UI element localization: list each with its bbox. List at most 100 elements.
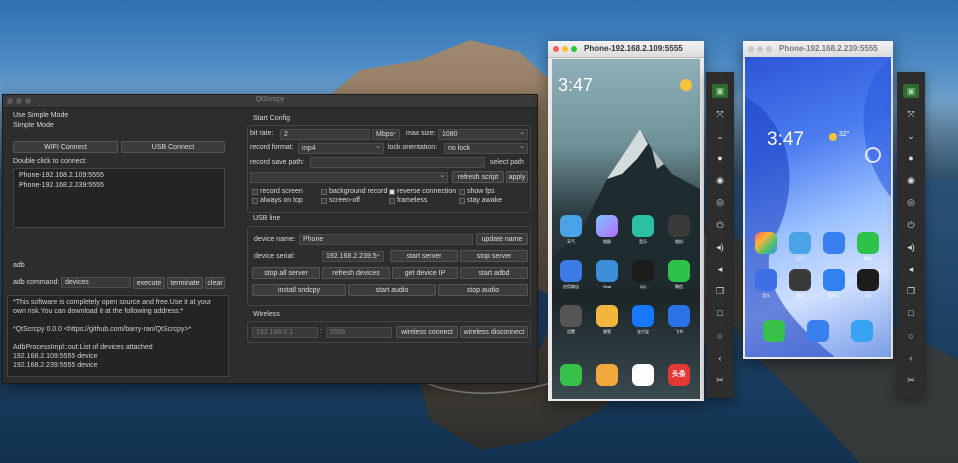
power-icon[interactable]: ⏻ [903,218,919,232]
gallery-app-icon[interactable] [596,215,618,237]
start-audio-button[interactable]: start audio [348,284,436,296]
stop-audio-button[interactable]: stop audio [438,284,528,296]
volume-down-icon[interactable]: ◂ [712,262,728,276]
square-icon[interactable]: □ [903,306,919,320]
notes-app-icon[interactable] [823,232,845,254]
contacts-app-icon[interactable] [823,269,845,291]
fullscreen-icon[interactable]: ⤧ [903,107,919,121]
zoom-window-button[interactable] [571,46,577,52]
screen-off-checkbox[interactable] [321,198,327,204]
record-save-path-input[interactable] [310,157,485,168]
music-app-icon[interactable] [632,215,654,237]
terminate-button[interactable]: terminate [167,277,203,289]
collapse-icon[interactable]: ⌄ [712,129,728,143]
back-icon[interactable]: ‹ [712,351,728,365]
wifi-connect-button[interactable]: WIFI Connect [13,141,118,153]
chrome-app-icon[interactable] [632,364,654,386]
camera-app-icon[interactable] [668,215,690,237]
device-name-input[interactable]: Phone [299,234,473,245]
bit-rate-input[interactable]: 2 [280,129,370,140]
bit-rate-unit-select[interactable]: Mbps [372,129,400,140]
wechat-app-icon[interactable] [668,260,690,282]
stop-server-button[interactable]: stop server [460,250,528,262]
wechat-app-icon[interactable] [857,232,879,254]
app-store-icon[interactable] [560,260,582,282]
feishu-app-icon[interactable] [668,305,690,327]
weather-app-icon[interactable] [560,215,582,237]
stay-awake-checkbox[interactable] [459,198,465,204]
record-screen-checkbox[interactable] [252,189,258,195]
wireless-port-input[interactable]: 5555 [326,327,392,338]
apply-button[interactable]: apply [506,171,528,183]
browser-app-icon[interactable] [807,320,829,342]
minimize-window-button[interactable] [757,46,763,52]
phone-1-title-bar[interactable]: Phone-192.168.2.109:5555 [548,41,704,58]
execute-button[interactable]: execute [133,277,165,289]
dot-icon[interactable]: ● [712,151,728,165]
circle-icon[interactable]: ○ [712,329,728,343]
dot-icon[interactable]: ● [903,151,919,165]
fullscreen-icon[interactable]: ⤧ [712,107,728,121]
zoom-window-button[interactable] [766,46,772,52]
notes-app-icon[interactable] [596,305,618,327]
select-path-button[interactable]: select path [490,158,524,168]
device-list-item[interactable]: Phone-192.168.2.109:5555 [19,171,104,181]
qq-app-icon[interactable] [632,260,654,282]
device-serial-select[interactable]: 192.168.2.239:5 [322,251,384,262]
copy-icon[interactable]: ❐ [712,284,728,298]
back-icon[interactable]: ‹ [903,351,919,365]
refresh-script-button[interactable]: refresh script [452,171,504,183]
max-size-select[interactable]: 1080 [438,129,528,140]
use-simple-mode-label[interactable]: Use Simple Mode [13,111,68,121]
music-app-icon[interactable] [755,269,777,291]
screenshot-icon[interactable]: ✂ [903,373,919,387]
start-server-button[interactable]: start server [390,250,458,262]
files-app-icon[interactable] [596,364,618,386]
script-select[interactable] [250,172,448,183]
wireless-disconnect-button[interactable]: wireless disconnect [460,326,528,338]
copy-icon[interactable]: ❐ [903,284,919,298]
always-on-top-checkbox[interactable] [252,198,258,204]
eye-icon[interactable]: ◉ [903,173,919,187]
clear-button[interactable]: clear [205,277,225,289]
refresh-devices-button[interactable]: refresh devices [322,267,390,279]
wireless-connect-button[interactable]: wireless connect [396,326,458,338]
screenshot-icon[interactable]: ✂ [712,373,728,387]
eye-off-icon[interactable]: ◎ [712,195,728,209]
adb-command-input[interactable]: devices [61,277,131,288]
alipay-app-icon[interactable] [632,305,654,327]
frameless-checkbox[interactable] [389,198,395,204]
stop-all-server-button[interactable]: stop all server [252,267,320,279]
weather-app-icon[interactable] [789,232,811,254]
settings-app-icon[interactable] [560,305,582,327]
volume-up-icon[interactable]: ◂) [712,240,728,254]
phone-app-icon[interactable] [560,364,582,386]
lock-orientation-select[interactable]: no lock [444,143,528,154]
update-name-button[interactable]: update name [476,233,528,245]
device-list[interactable]: Phone-192.168.2.109:5555 Phone-192.168.2… [13,168,225,228]
power-icon[interactable]: ⏻ [712,218,728,232]
camera-app-icon[interactable] [789,269,811,291]
phone-2-title-bar[interactable]: Phone-192.168.2.239:5555 [743,41,893,58]
collapse-icon[interactable]: ⌄ [903,129,919,143]
adb-console-output[interactable]: *This software is completely open source… [7,295,229,377]
start-adbd-button[interactable]: start adbd [460,267,528,279]
volume-up-icon[interactable]: ◂) [903,240,919,254]
volume-down-icon[interactable]: ◂ [903,262,919,276]
wireless-ip-input[interactable]: 192.168.0.1 [252,327,318,338]
phone-2-screen[interactable]: 3:47 32° 天气 微信 音乐 相机 联系人 QQ [745,57,891,357]
circle-icon[interactable]: ○ [903,329,919,343]
messages-app-icon[interactable] [851,320,873,342]
record-format-select[interactable]: mp4 [298,143,384,154]
square-icon[interactable]: □ [712,306,728,320]
background-record-checkbox[interactable] [321,189,327,195]
get-device-ip-button[interactable]: get device IP [392,267,458,279]
qq-app-icon[interactable] [857,269,879,291]
device-list-item[interactable]: Phone-192.168.2.239:5555 [19,181,104,191]
phone-app-icon[interactable] [763,320,785,342]
reverse-connection-checkbox[interactable] [389,189,395,195]
eye-off-icon[interactable]: ◎ [903,195,919,209]
power-on-icon[interactable]: ▣ [712,84,728,98]
eye-icon[interactable]: ◉ [712,173,728,187]
usb-connect-button[interactable]: USB Connect [121,141,225,153]
